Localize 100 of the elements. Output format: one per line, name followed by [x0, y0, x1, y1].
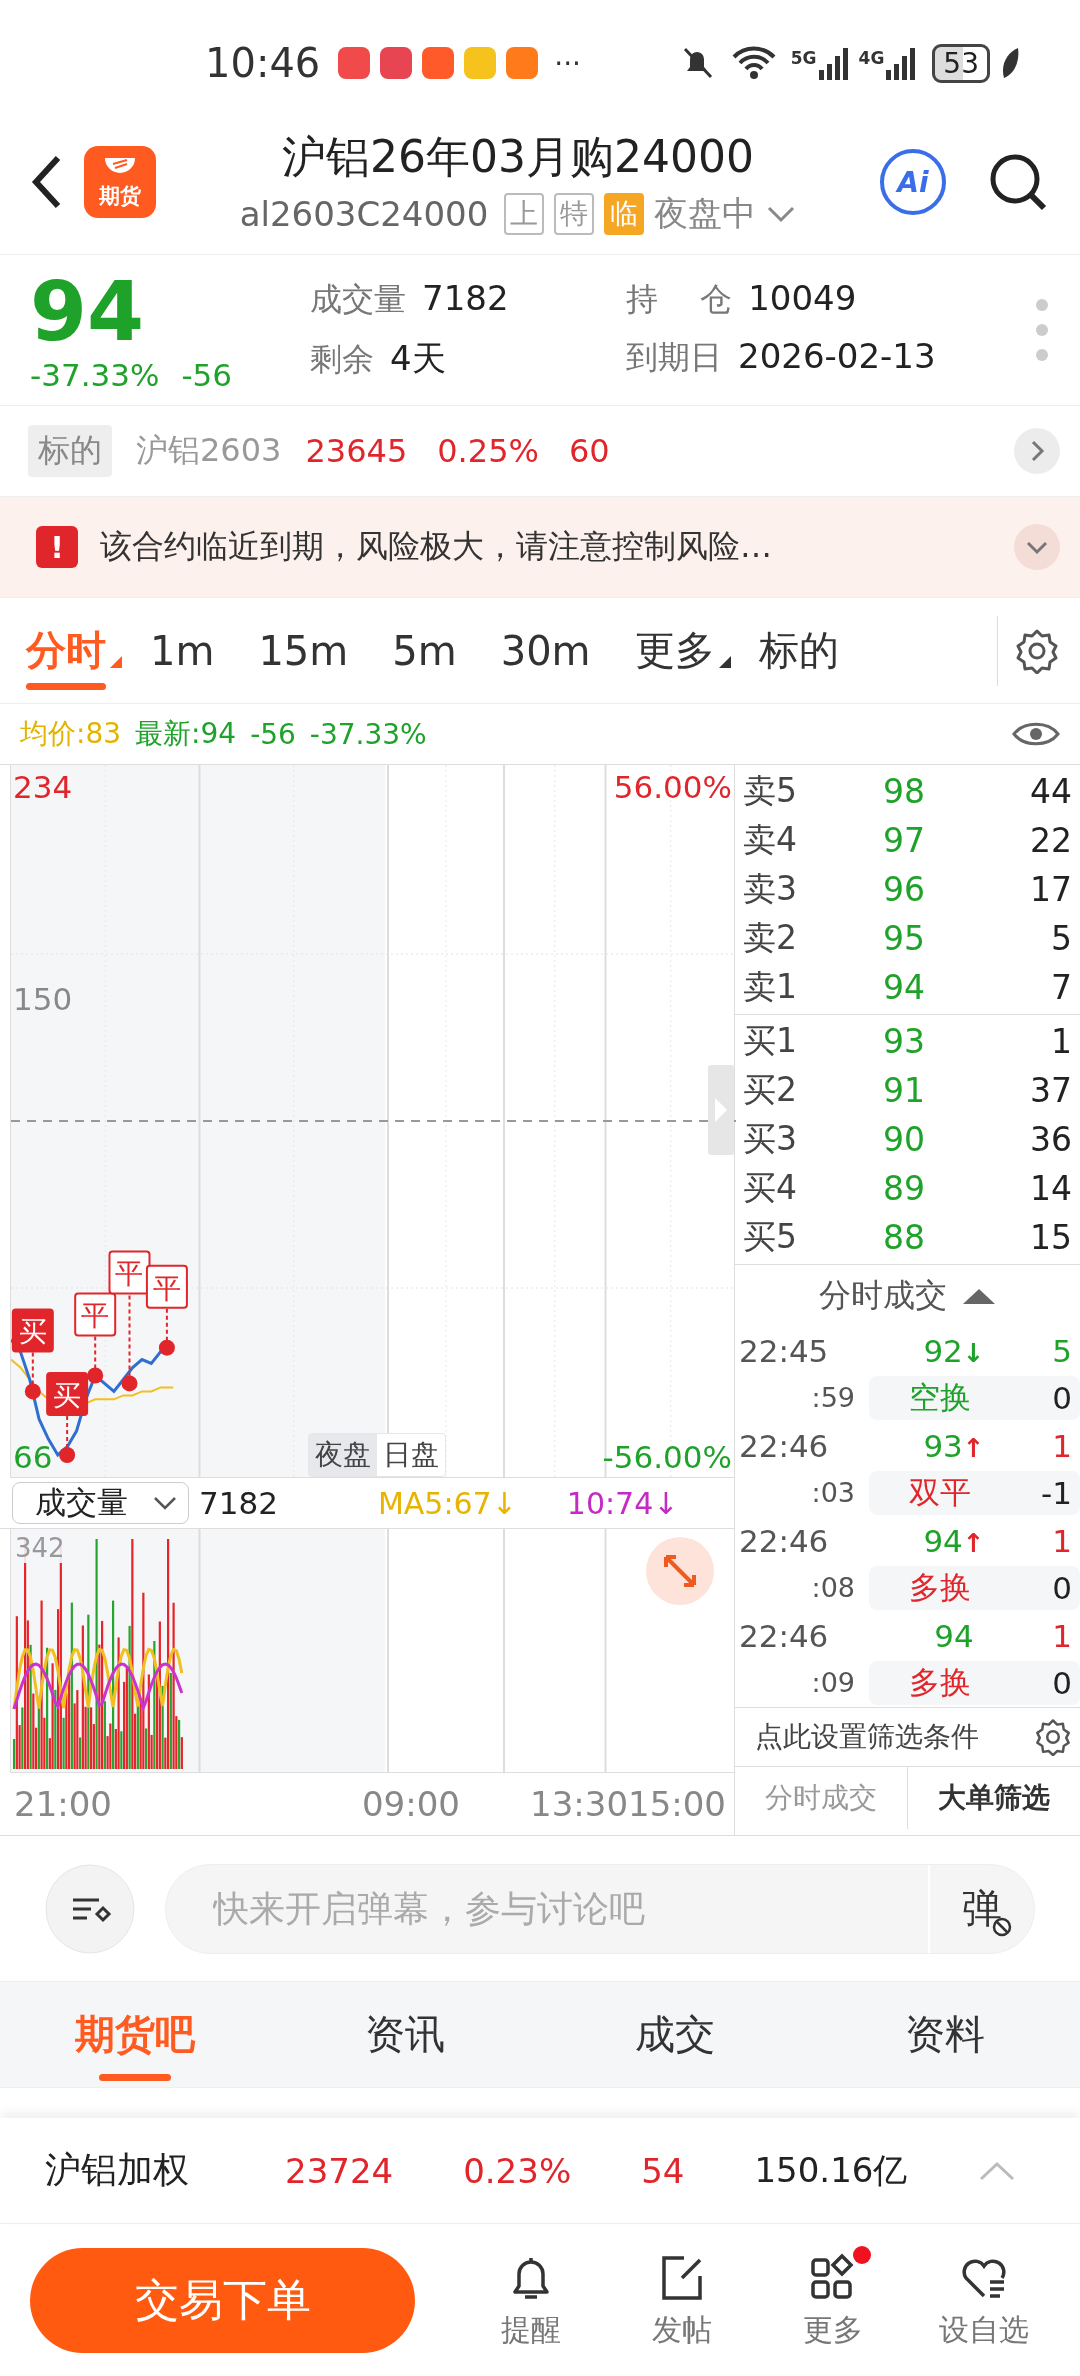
trade-seconds: :09	[810, 1667, 856, 1698]
bid-level: 买1	[743, 1020, 798, 1062]
trade-time: 22:46	[739, 1427, 830, 1464]
trade-view-tab[interactable]: 大单筛选	[908, 1767, 1080, 1829]
trade-volume: 1	[1051, 1617, 1073, 1654]
signal-icon	[886, 46, 917, 80]
index-price: 23724	[285, 2150, 394, 2191]
volume-total: 7182	[199, 1485, 278, 1521]
period-tab[interactable]: 15m	[258, 607, 349, 694]
bid-price: 93	[883, 1022, 926, 1061]
risk-warning-text: 该合约临近到期，风险极大，请注意控制风险…	[100, 526, 772, 567]
section-tab[interactable]: 成交	[540, 1982, 810, 2087]
trade-seconds: :59	[810, 1382, 856, 1413]
chevron-right-icon[interactable]	[1014, 428, 1060, 474]
expand-handle-icon[interactable]	[708, 1065, 734, 1155]
underlying-change-percent: 0.25%	[437, 432, 539, 470]
axis-label: 56.00%	[613, 769, 732, 805]
axis-label: 21:00	[14, 1784, 112, 1824]
ask-level: 卖2	[743, 917, 798, 959]
period-tab[interactable]: 1m	[150, 607, 215, 694]
stat-label: 成交量	[310, 279, 406, 320]
index-turnover: 150.16亿	[754, 2148, 908, 2192]
index-change: 54	[641, 2150, 685, 2191]
toolbar-item[interactable]: 提醒	[455, 2249, 607, 2351]
contract-code: al2603C24000	[239, 193, 489, 234]
contract-tag: 特	[554, 192, 595, 235]
period-tab[interactable]: 5m	[392, 607, 457, 694]
mail-icon	[464, 47, 497, 79]
toolbar-item[interactable]: 发帖	[606, 2249, 758, 2351]
bid-level: 买2	[743, 1069, 798, 1111]
battery-indicator: 53	[932, 43, 990, 83]
period-tab[interactable]: 标的	[758, 603, 839, 698]
section-tab[interactable]: 资料	[810, 1982, 1080, 2087]
contract-title: 沪铝26年03月购24000	[282, 129, 754, 184]
session-toggle[interactable]: 日盘	[377, 1434, 445, 1476]
ask-volume: 22	[1029, 821, 1072, 860]
latest-price: 最新:94	[135, 716, 237, 752]
bid-price: 89	[883, 1169, 926, 1208]
ai-button[interactable]: Ai	[880, 149, 946, 215]
settings-icon[interactable]	[1014, 627, 1060, 674]
stat-value: 4天	[390, 337, 446, 380]
session-status: 夜盘中	[654, 191, 757, 235]
danmaku-settings-icon[interactable]	[45, 1863, 135, 1954]
trade-price: 93↑	[922, 1427, 986, 1464]
network-type: 5G	[790, 48, 817, 68]
bid-price: 91	[883, 1071, 926, 1110]
period-tab[interactable]: 30m	[500, 607, 591, 694]
chevron-down-icon[interactable]	[1014, 524, 1060, 570]
trade-type: 多换	[909, 1567, 971, 1607]
ask-level: 卖3	[743, 868, 798, 910]
trade-volume: 5	[1051, 1332, 1073, 1369]
trade-price: 94	[933, 1617, 975, 1654]
trade-seconds: :08	[810, 1572, 856, 1603]
bid-volume: 36	[1029, 1120, 1072, 1159]
index-change-percent: 0.23%	[463, 2150, 572, 2191]
ask-price: 97	[883, 821, 926, 860]
trades-header[interactable]: 分时成交	[735, 1265, 1080, 1327]
ma10-value: 10:74↓	[566, 1485, 679, 1521]
last-price: 94	[30, 267, 146, 357]
stat-label: 持 仓	[626, 279, 733, 320]
underlying-tag: 标的	[28, 425, 112, 477]
app-icon	[506, 47, 539, 79]
settings-icon[interactable]	[1034, 1718, 1072, 1756]
toolbar-item[interactable]: 设自选	[908, 2249, 1060, 2351]
toolbar-item[interactable]: 更多	[757, 2249, 909, 2351]
period-tab[interactable]: 更多	[634, 603, 715, 698]
danmaku-toggle[interactable]: 弹	[928, 1864, 1034, 1953]
underlying-change: 60	[568, 432, 610, 470]
ask-volume: 7	[1050, 968, 1072, 1007]
status-time: 10:46	[205, 40, 321, 86]
chevron-down-icon	[152, 1495, 178, 1511]
ask-volume: 5	[1050, 919, 1072, 958]
contract-tag: 临	[604, 192, 645, 235]
bid-level: 买4	[743, 1167, 798, 1209]
bid-volume: 14	[1029, 1169, 1072, 1208]
trade-type: 空换	[909, 1377, 971, 1417]
bid-level: 买5	[743, 1216, 798, 1258]
stat-value: 2026-02-13	[738, 336, 936, 376]
contract-tag: 上	[504, 192, 545, 235]
session-toggle[interactable]: 夜盘	[309, 1434, 377, 1476]
signal-icon	[818, 46, 849, 80]
app-icon	[338, 47, 371, 79]
filter-settings-link[interactable]: 点此设置筛选条件	[755, 1718, 979, 1756]
bid-price: 88	[883, 1218, 926, 1257]
trade-type: 多换	[909, 1662, 971, 1702]
expand-icon[interactable]	[646, 1537, 714, 1605]
app-icon	[422, 47, 455, 79]
indicator-select[interactable]: 成交量	[12, 1482, 189, 1524]
change-value: -56	[181, 357, 233, 393]
ask-price: 94	[883, 968, 926, 1007]
section-tab[interactable]: 资讯	[270, 1982, 540, 2087]
trade-price: 94↑	[922, 1522, 986, 1559]
open-interest-change: 0	[1052, 1664, 1072, 1701]
axis-label: 13:30	[530, 1784, 628, 1824]
more-notifications: ···	[554, 46, 581, 80]
change-percent: -37.33%	[30, 357, 160, 393]
trade-time: 22:45	[739, 1332, 830, 1369]
stat-value: 10049	[748, 278, 857, 318]
ask-level: 卖4	[743, 819, 798, 861]
warning-icon: !	[36, 526, 78, 568]
